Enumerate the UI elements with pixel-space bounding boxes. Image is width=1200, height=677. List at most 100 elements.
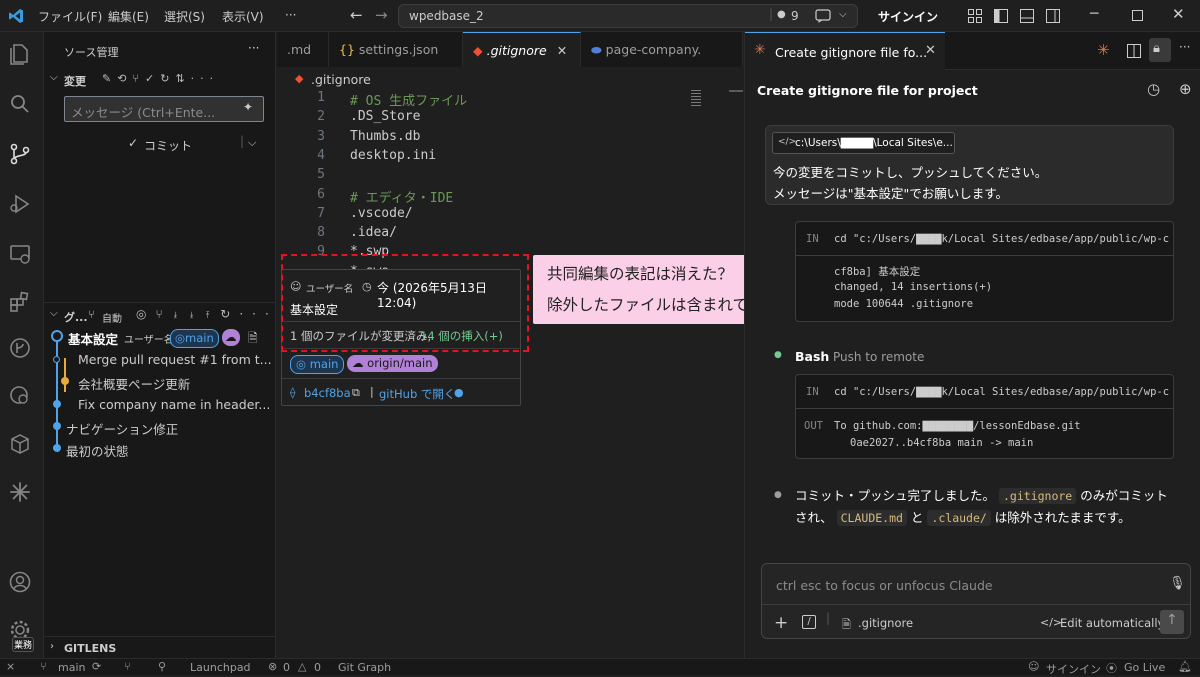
breadcrumb[interactable]: .gitignore xyxy=(311,72,371,87)
sync-icon[interactable]: ⟳ xyxy=(92,660,101,673)
golive-button[interactable]: Go Live xyxy=(1124,661,1165,674)
chevron-down-icon[interactable]: ⌵ xyxy=(50,308,58,319)
toggle-sidebar-icon[interactable] xyxy=(994,9,1008,23)
gitlens-section-label[interactable]: GITLENS xyxy=(64,642,116,655)
search-icon[interactable] xyxy=(8,92,36,120)
chevron-right-icon[interactable]: › xyxy=(50,641,54,652)
menu-selection[interactable]: 選択(S) xyxy=(164,8,205,25)
tab-settings-json[interactable]: {} settings.json xyxy=(329,32,463,67)
current-commit-message[interactable]: 基本設定 xyxy=(68,329,118,348)
graph-auto-label[interactable]: 自動 xyxy=(102,310,122,325)
toggle-panel-icon[interactable] xyxy=(1020,9,1034,23)
minimize-icon[interactable]: ─ xyxy=(1090,6,1098,22)
code-line[interactable]: # OS 生成ファイル xyxy=(350,90,467,109)
status-branch[interactable]: main xyxy=(58,661,85,674)
microphone-icon[interactable]: 🎙︎ xyxy=(1169,576,1186,591)
warning-count[interactable]: 0 xyxy=(314,661,321,674)
commit-button[interactable]: ✓ コミット | ⌵ xyxy=(64,132,264,158)
split-editor-icon[interactable] xyxy=(1127,44,1141,58)
changes-section-label[interactable]: 変更 xyxy=(64,73,86,89)
close-window-icon[interactable]: ✕ xyxy=(1172,5,1185,23)
commit-row[interactable]: ナビゲーション修正 xyxy=(66,419,178,438)
gitlens-icon[interactable] xyxy=(8,336,36,364)
toggle-secondary-sidebar-icon[interactable] xyxy=(1046,9,1060,23)
run-debug-icon[interactable] xyxy=(8,192,36,220)
close-tab-icon[interactable]: ✕ xyxy=(925,43,936,58)
code-line[interactable]: .vscode/ xyxy=(350,206,413,221)
remote-explorer-icon[interactable] xyxy=(8,242,36,270)
explorer-icon[interactable] xyxy=(8,42,36,70)
account-icon[interactable] xyxy=(8,570,36,598)
remote-indicator-icon[interactable]: ⨯ xyxy=(6,660,15,673)
commit-row[interactable]: Merge pull request #1 from t... xyxy=(78,352,272,367)
sparkle-icon[interactable]: ✦ xyxy=(243,100,253,114)
scm-toolbar-icons[interactable]: ✎⟲⑂✓↻⇅··· xyxy=(102,72,219,85)
chevron-down-icon[interactable]: ⌵ xyxy=(50,72,58,83)
customize-layout-icon[interactable] xyxy=(968,9,982,23)
code-line[interactable]: .idea/ xyxy=(350,225,397,240)
send-button[interactable]: ↑ xyxy=(1160,610,1184,634)
extensions-icon[interactable] xyxy=(8,290,36,318)
chat-input-box[interactable]: ctrl esc to focus or unfocus Claude 🎙︎ +… xyxy=(761,563,1191,639)
command-center[interactable]: wpedbase_2 | ● 9 ⌵ xyxy=(398,4,858,28)
hover-sha[interactable]: b4cf8ba xyxy=(304,386,351,400)
graph-toolbar-icons[interactable]: ◎⑂⤓⤓⤒↻··· xyxy=(136,307,278,321)
more-actions-icon[interactable]: ··· xyxy=(248,41,259,55)
back-arrow-icon[interactable]: ← xyxy=(350,6,363,24)
attached-file-chip[interactable]: .gitignore xyxy=(858,616,913,630)
commit-row[interactable]: Fix company name in header... xyxy=(78,397,270,412)
commit-message-input[interactable]: メッセージ (Ctrl+Ente... ✦ xyxy=(64,96,264,122)
lock-icon[interactable]: 🔒︎ xyxy=(1149,38,1171,62)
code-line[interactable]: Thumbs.db xyxy=(350,129,420,144)
hover-tag-main[interactable]: ◎ main xyxy=(290,355,345,374)
tab-md[interactable]: .md xyxy=(277,32,329,67)
package-icon[interactable] xyxy=(8,432,36,460)
hover-github-link[interactable]: gitHub で開く xyxy=(379,386,455,402)
commit-row[interactable]: 最初の状態 xyxy=(66,441,129,460)
chevron-down-icon[interactable]: ⌵ xyxy=(248,136,256,150)
new-chat-icon[interactable]: ⊕ xyxy=(1179,80,1192,98)
copy-icon[interactable]: ⧉ xyxy=(352,386,360,400)
close-tab-icon[interactable]: ✕ xyxy=(557,43,567,58)
edit-mode-button[interactable]: Edit automatically xyxy=(1060,616,1164,630)
tab-gitignore[interactable]: ◆ .gitignore ✕ xyxy=(463,32,581,67)
scrollbar-thumb[interactable] xyxy=(729,90,743,92)
error-count[interactable]: 0 xyxy=(283,661,290,674)
context-file-chip[interactable]: </> c:\Users\▇▇▇▇\Local Sites\e... xyxy=(772,132,955,154)
more-actions-icon[interactable]: ··· xyxy=(1179,40,1190,54)
forward-arrow-icon[interactable]: → xyxy=(375,6,388,24)
chat-tab[interactable]: ✳ Create gitignore file fo... ✕ xyxy=(745,32,945,70)
git-graph-link[interactable]: Git Graph xyxy=(338,661,391,674)
chat-header-title: Create gitignore file for project xyxy=(757,83,978,98)
notifications-bell-icon[interactable]: 🔔︎ xyxy=(1178,660,1192,673)
maximize-icon[interactable] xyxy=(1132,10,1143,21)
branch-tag-main[interactable]: ◎main xyxy=(170,329,219,348)
vscode-logo-icon[interactable] xyxy=(8,8,24,24)
claude-logo-icon[interactable]: ✳ xyxy=(1097,41,1110,59)
source-control-status-icon[interactable]: ⑂ xyxy=(124,660,131,673)
menu-view[interactable]: 表示(V) xyxy=(222,8,264,25)
menu-edit[interactable]: 編集(E) xyxy=(108,8,149,25)
menu-more[interactable]: ··· xyxy=(285,8,296,22)
history-icon[interactable]: ◷ xyxy=(1147,80,1160,98)
launchpad-link[interactable]: Launchpad xyxy=(190,661,251,674)
commit-row[interactable]: 会社概要ページ更新 xyxy=(78,374,190,393)
code-line[interactable]: # エディタ・IDE xyxy=(350,187,453,206)
file-icon[interactable]: 🗎 xyxy=(248,329,258,350)
minimap[interactable] xyxy=(691,90,701,106)
chevron-down-icon[interactable]: ⌵ xyxy=(839,9,847,20)
signin-button[interactable]: サインイン xyxy=(878,8,938,25)
slash-command-icon[interactable]: / xyxy=(802,615,816,629)
hover-tag-origin[interactable]: ☁ origin/main xyxy=(347,355,438,372)
menu-file[interactable]: ファイル(F) xyxy=(38,8,102,25)
source-control-icon[interactable] xyxy=(8,142,36,170)
gitlens-inspect-icon[interactable] xyxy=(8,384,36,412)
copilot-icon[interactable] xyxy=(815,9,831,23)
tab-page-company[interactable]: ⬬ page-company. xyxy=(581,32,743,67)
code-line[interactable]: .DS_Store xyxy=(350,109,420,124)
graph-section-label[interactable]: グ... xyxy=(64,309,88,325)
code-line[interactable]: desktop.ini xyxy=(350,148,436,163)
add-attachment-icon[interactable]: + xyxy=(774,613,788,633)
claude-icon[interactable] xyxy=(8,480,36,508)
cloud-remote-icon[interactable]: ☁ xyxy=(222,329,240,346)
